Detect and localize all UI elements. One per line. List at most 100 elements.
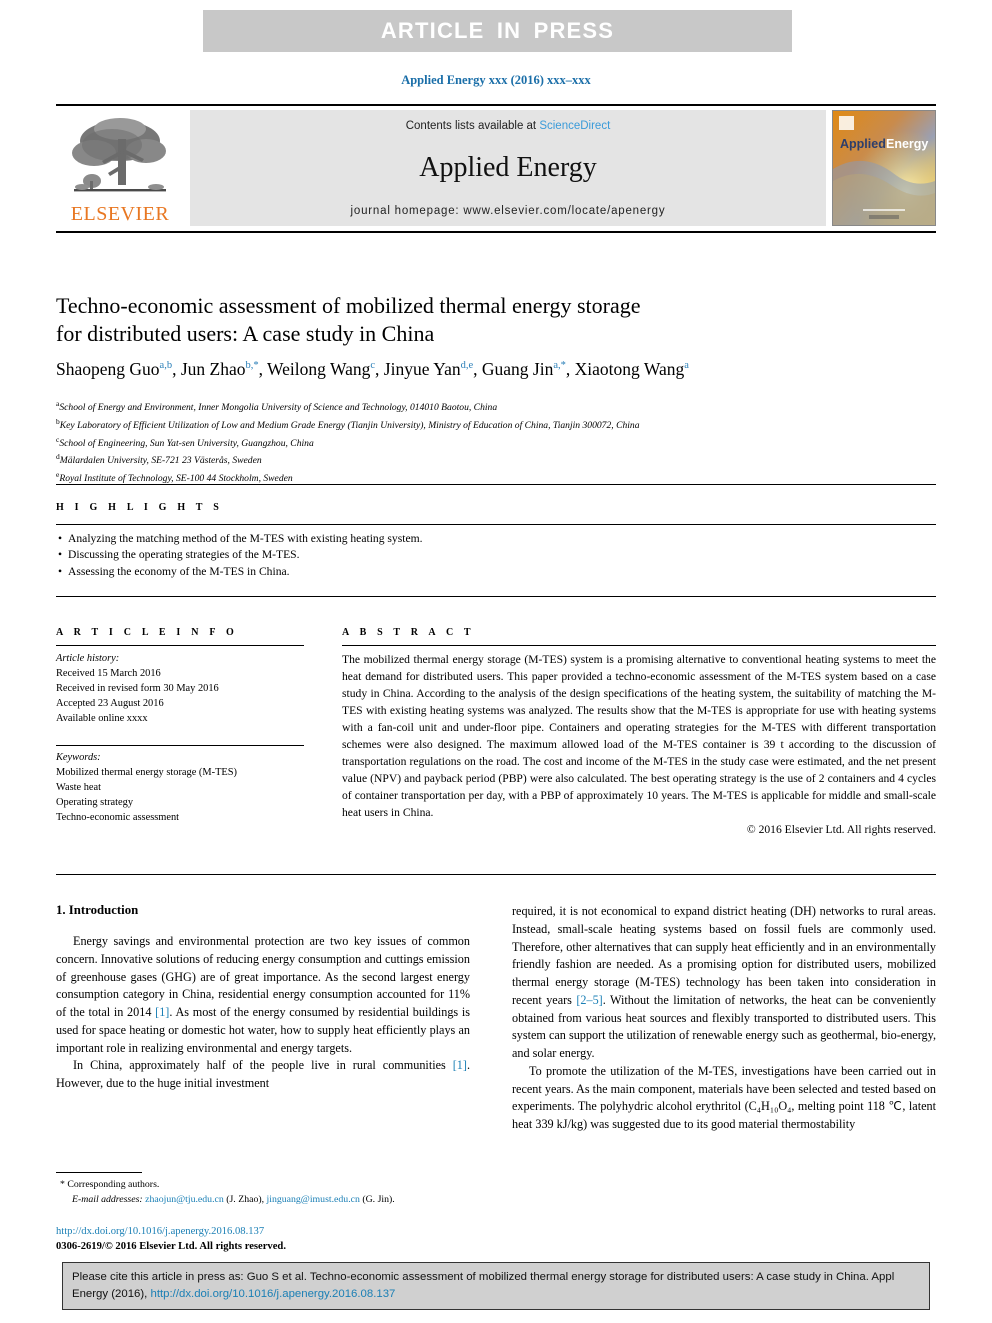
contents-prefix-label: Contents lists available at	[405, 120, 540, 132]
author-name: Weilong Wang	[267, 359, 371, 379]
divider-after-affiliations	[56, 484, 936, 485]
keyword-item: Mobilized thermal energy storage (M-TES)	[56, 766, 238, 778]
citation-ref-2-5[interactable]: [2–5]	[576, 993, 602, 1007]
highlight-item: • Discussing the operating strategies of …	[58, 547, 658, 563]
doi-link[interactable]: http://dx.doi.org/10.1016/j.apenergy.201…	[56, 1224, 486, 1239]
affiliation-text: Key Laboratory of Efficient Utilization …	[59, 419, 640, 431]
email-addresses-label: E-mail addresses:	[72, 1193, 143, 1205]
footnote-divider	[56, 1172, 142, 1173]
sciencedirect-link[interactable]: ScienceDirect	[539, 120, 610, 132]
citation-ref-1b[interactable]: [1]	[453, 1058, 467, 1072]
article-title-line-1: Techno-economic assessment of mobilized …	[56, 293, 641, 318]
body-column-left: 1. Introduction Energy savings and envir…	[56, 903, 470, 1093]
journal-masthead: ELSEVIER Contents lists available at Sci…	[56, 104, 936, 233]
abstract-text: The mobilized thermal energy storage (M-…	[342, 653, 936, 819]
svg-text:Applied: Applied	[840, 137, 886, 151]
author-list: Shaopeng Guoa,b, Jun Zhaob,*, Weilong Wa…	[56, 358, 936, 381]
author-separator: ,	[565, 359, 575, 379]
author-name: Jun Zhao	[180, 359, 246, 379]
intro-p3-part-a: required, it is not economical to expand…	[512, 904, 936, 1007]
please-cite-doi-link[interactable]: http://dx.doi.org/10.1016/j.apenergy.201…	[151, 1288, 396, 1300]
intro-paragraph-4: To promote the utilization of the M-TES,…	[512, 1063, 936, 1131]
author-separator: ,	[172, 359, 181, 379]
email-link-jin[interactable]: jinguang@imust.edu.cn	[267, 1194, 360, 1205]
affiliation-item: bKey Laboratory of Efficient Utilization…	[56, 416, 936, 434]
highlight-item: • Analyzing the matching method of the M-…	[58, 531, 658, 547]
journal-homepage-line[interactable]: journal homepage: www.elsevier.com/locat…	[190, 205, 826, 217]
author-name: Xiaotong Wang	[574, 359, 685, 379]
bullet-icon: •	[58, 548, 63, 562]
author-affiliation-marker: d,e	[460, 360, 474, 372]
email-addresses-line: E-mail addresses: zhaojun@tju.edu.cn (J.…	[60, 1193, 480, 1208]
intro-p2-part-a: In China, approximately half of the peop…	[73, 1058, 453, 1073]
journal-title: Applied Energy	[419, 152, 597, 183]
email-link-zhao[interactable]: zhaojun@tju.edu.cn	[145, 1194, 224, 1205]
affiliation-text: Royal Institute of Technology, SE-100 44…	[59, 473, 293, 485]
section-title-introduction: 1. Introduction	[56, 903, 139, 917]
abstract-divider	[342, 645, 936, 646]
intro-paragraph-3: required, it is not economical to expand…	[512, 903, 936, 1063]
doi-and-issn-block: http://dx.doi.org/10.1016/j.apenergy.201…	[56, 1224, 486, 1255]
author-affiliation-marker: a	[684, 360, 689, 372]
highlight-text: Discussing the operating strategies of t…	[68, 548, 300, 562]
elsevier-wordmark: ELSEVIER	[70, 203, 170, 225]
author-affiliation-marker: a,*	[553, 360, 566, 372]
corresponding-author-label: Corresponding authors.	[67, 1179, 160, 1190]
affiliation-text: School of Energy and Environment, Inner …	[59, 402, 498, 414]
author-name: Shaopeng Guo	[56, 359, 160, 379]
email-owner-zhao: (J. Zhao),	[226, 1193, 265, 1205]
article-info-column: A R T I C L E I N F O Article history: R…	[56, 627, 304, 826]
keyword-item: Techno-economic assessment	[56, 811, 180, 823]
citation-ref-1[interactable]: [1]	[155, 1005, 169, 1019]
keywords-label: Keywords:	[56, 751, 101, 763]
abstract-heading: A B S T R A C T	[342, 627, 475, 638]
affiliation-item: dMälardalen University, SE-721 23 Väster…	[56, 451, 936, 469]
divider-before-body	[56, 874, 936, 875]
footnote-star-icon: *	[60, 1179, 65, 1190]
affiliation-list: aSchool of Energy and Environment, Inner…	[56, 398, 936, 487]
highlights-list: • Analyzing the matching method of the M-…	[58, 531, 658, 580]
affiliation-text: School of Engineering, Sun Yat-sen Unive…	[59, 437, 314, 449]
abstract-column: A B S T R A C T The mobilized thermal en…	[342, 627, 936, 836]
journal-info-box: Contents lists available at ScienceDirec…	[190, 110, 826, 226]
affiliation-item: aSchool of Energy and Environment, Inner…	[56, 398, 936, 416]
highlights-heading: H I G H L I G H T S	[56, 502, 223, 513]
author-separator: ,	[258, 359, 268, 379]
elsevier-logo: ELSEVIER	[56, 110, 184, 226]
journal-cover-thumbnail: Applied Energy	[832, 110, 936, 226]
article-history-block: Article history: Received 15 March 2016 R…	[56, 652, 304, 727]
article-history-items: Received 15 March 2016 Received in revise…	[56, 667, 304, 727]
author-separator: ,	[375, 359, 384, 379]
article-info-divider	[56, 645, 304, 646]
affiliation-item: cSchool of Engineering, Sun Yat-sen Univ…	[56, 434, 936, 452]
highlight-text: Assessing the economy of the M-TES in Ch…	[68, 564, 290, 578]
highlight-text: Analyzing the matching method of the M-T…	[68, 532, 423, 545]
issn-copyright-line: 0306-2619/© 2016 Elsevier Ltd. All right…	[56, 1241, 286, 1253]
bullet-icon: •	[58, 564, 63, 578]
article-history-item: Available online xxxx	[56, 712, 148, 724]
article-title-line-2: for distributed users: A case study in C…	[56, 320, 435, 346]
keywords-block: Keywords: Mobilized thermal energy stora…	[56, 744, 304, 826]
intro-paragraph-1: Energy savings and environmental protect…	[56, 933, 470, 1057]
keywords-items: Mobilized thermal energy storage (M-TES)…	[56, 766, 304, 826]
author-name: Guang Jin	[481, 359, 554, 379]
author-name: Jinyue Yan	[383, 359, 461, 379]
author-affiliation-marker: a,b	[159, 360, 173, 372]
highlight-item: • Assessing the economy of the M-TES in C…	[58, 564, 658, 580]
elsevier-tree-icon	[72, 118, 166, 192]
body-column-right: required, it is not economical to expand…	[512, 903, 936, 1134]
article-history-label: Article history:	[56, 653, 120, 664]
article-history-item: Received in revised form 30 May 2016	[56, 682, 219, 694]
contents-available-line: Contents lists available at ScienceDirec…	[190, 120, 826, 132]
please-cite-box: Please cite this article in press as: Gu…	[62, 1262, 930, 1310]
article-title: Techno-economic assessment of mobilized …	[56, 292, 926, 348]
abstract-copyright: © 2016 Elsevier Ltd. All rights reserved…	[746, 822, 936, 836]
article-info-heading: A R T I C L E I N F O	[56, 627, 238, 638]
article-history-item: Accepted 23 August 2016	[56, 697, 164, 709]
keyword-item: Operating strategy	[56, 796, 134, 808]
intro-paragraph-2: In China, approximately half of the peop…	[56, 1057, 470, 1093]
keywords-divider	[56, 744, 304, 746]
email-owner-jin: (G. Jin).	[362, 1193, 395, 1205]
article-history-item: Received 15 March 2016	[56, 667, 161, 679]
author-separator: ,	[473, 359, 482, 379]
